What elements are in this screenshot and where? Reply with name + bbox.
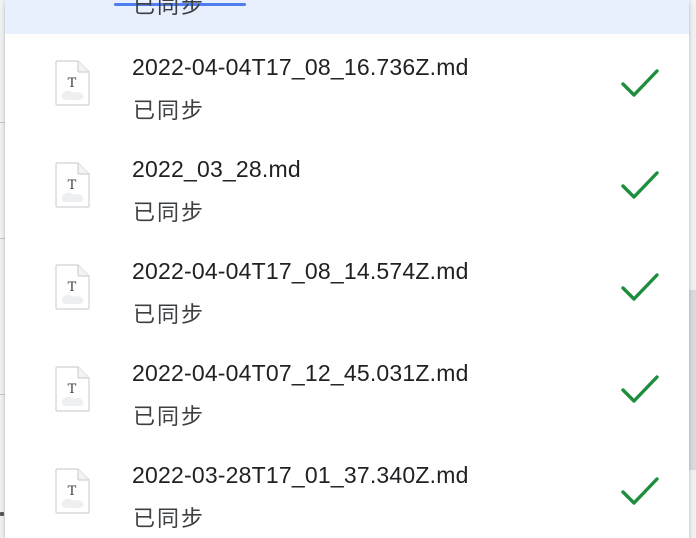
synced-file-list: T 2022-04-04T17_08_16.736Z.md 已同步 T 2022… bbox=[5, 34, 689, 538]
file-name: 2022-03-28T17_01_37.340Z.md bbox=[132, 462, 469, 488]
background-marker bbox=[0, 512, 4, 516]
svg-text:T: T bbox=[68, 382, 77, 397]
partial-file-status: 已同步 bbox=[133, 0, 206, 18]
svg-text:T: T bbox=[68, 76, 77, 91]
file-sync-status: 已同步 bbox=[133, 98, 206, 123]
text-file-icon: T bbox=[54, 162, 90, 208]
check-icon bbox=[619, 270, 661, 306]
background-scrollbar bbox=[688, 290, 696, 470]
file-name: 2022-04-04T17_08_16.736Z.md bbox=[132, 54, 469, 80]
file-name: 2022-04-04T17_08_14.574Z.md bbox=[132, 258, 469, 284]
file-sync-status: 已同步 bbox=[133, 200, 206, 225]
check-icon bbox=[619, 372, 661, 408]
file-sync-status: 已同步 bbox=[133, 506, 206, 531]
check-icon bbox=[619, 168, 661, 204]
text-file-icon: T bbox=[54, 264, 90, 310]
text-file-icon: T bbox=[54, 366, 90, 412]
file-name: 2022-04-04T07_12_45.031Z.md bbox=[132, 360, 469, 386]
check-icon bbox=[619, 66, 661, 102]
file-row[interactable]: T 2022_03_28.md 已同步 bbox=[5, 136, 689, 238]
file-row[interactable]: T 2022-04-04T17_08_14.574Z.md 已同步 bbox=[5, 238, 689, 340]
sync-status-panel: 已同步 T 2022-04-04T17_08_16.736Z.md 已同步 T … bbox=[5, 0, 689, 538]
svg-text:T: T bbox=[68, 178, 77, 193]
file-sync-status: 已同步 bbox=[133, 302, 206, 327]
check-icon bbox=[619, 474, 661, 510]
screen: 已同步 T 2022-04-04T17_08_16.736Z.md 已同步 T … bbox=[0, 0, 696, 538]
svg-text:T: T bbox=[68, 484, 77, 499]
svg-text:T: T bbox=[68, 280, 77, 295]
file-name: 2022_03_28.md bbox=[132, 156, 301, 182]
partial-file-row[interactable]: 已同步 bbox=[5, 0, 689, 34]
file-row[interactable]: T 2022-03-28T17_01_37.340Z.md 已同步 bbox=[5, 442, 689, 538]
file-row[interactable]: T 2022-04-04T17_08_16.736Z.md 已同步 bbox=[5, 34, 689, 136]
text-file-icon: T bbox=[54, 468, 90, 514]
file-sync-status: 已同步 bbox=[133, 404, 206, 429]
text-file-icon: T bbox=[54, 60, 90, 106]
file-row[interactable]: T 2022-04-04T07_12_45.031Z.md 已同步 bbox=[5, 340, 689, 442]
